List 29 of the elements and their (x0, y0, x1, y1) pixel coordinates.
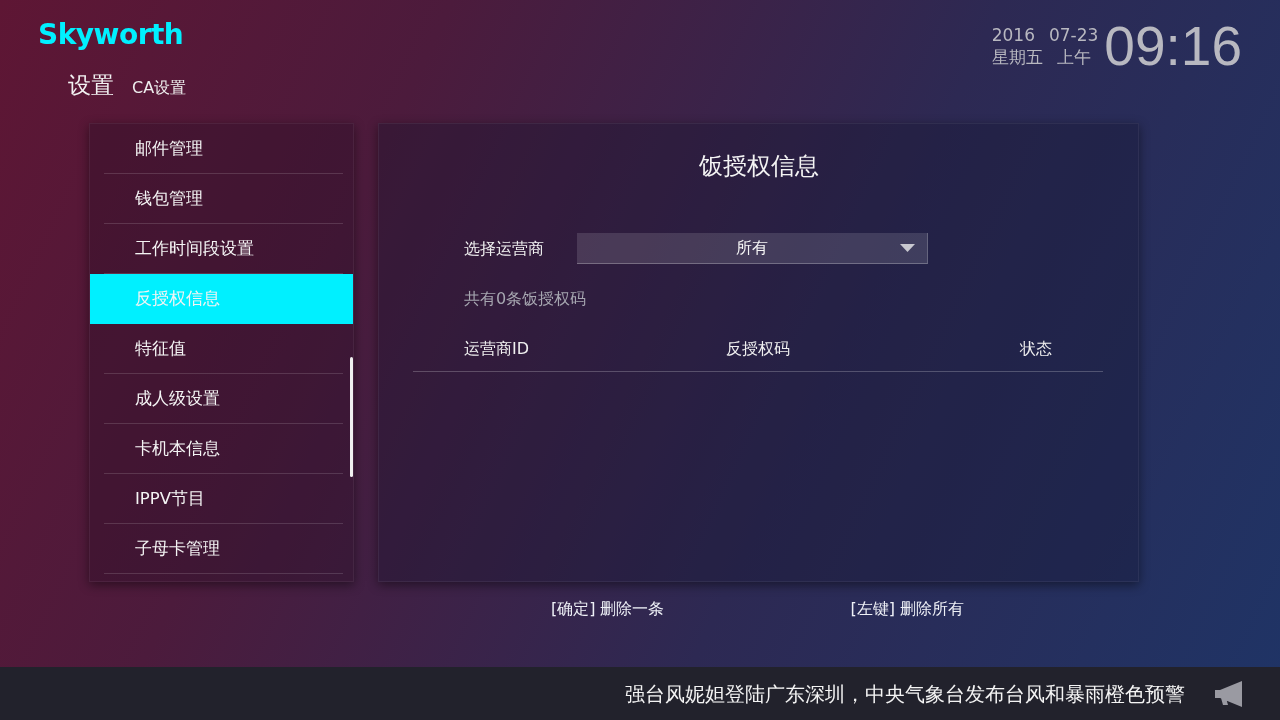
column-header: 状态 (1020, 339, 1052, 359)
menu-item[interactable]: IPPV节目 (90, 474, 353, 524)
clock-date: 07-23 (1048, 25, 1099, 45)
record-count: 共有0条饭授权码 (463, 289, 588, 309)
megaphone-icon[interactable] (1215, 680, 1244, 707)
caret-icon (900, 244, 915, 252)
panel-title: 饭授权信息 (698, 151, 819, 181)
news-ticker: 强台风妮妲登陆广东深圳，中央气象台发布台风和暴雨橙色预警 (625, 680, 1185, 707)
clock-year: 2016 (991, 25, 1035, 45)
key-hint: [确定] 删除一条 (550, 599, 665, 619)
page-title: 设置 (68, 71, 114, 99)
operator-dropdown[interactable]: 所有 (577, 233, 928, 264)
clock-time: 09:16 (1104, 20, 1242, 72)
clock-period: 上午 (1056, 47, 1091, 67)
menu-item[interactable]: 特征值 (90, 324, 353, 374)
menu-item[interactable]: 钱包管理 (90, 174, 353, 224)
key-hint: [左键] 删除所有 (850, 599, 965, 619)
menu-item[interactable]: 工作时间段设置 (90, 224, 353, 274)
column-header: 运营商ID (464, 339, 530, 359)
scrollbar-thumb[interactable] (350, 357, 353, 477)
clock-weekday: 星期五 (991, 47, 1043, 67)
menu-item[interactable]: 邮件管理 (90, 124, 353, 174)
menu-item[interactable]: 成人级设置 (90, 374, 353, 424)
page-subtitle: CA设置 (132, 78, 187, 98)
menu-item[interactable]: 子母卡管理 (90, 524, 353, 574)
operator-label: 选择运营商 (464, 238, 544, 259)
column-header: 反授权码 (726, 339, 790, 359)
menu-item[interactable]: 卡机本信息 (90, 424, 353, 474)
logo: Skyworth (38, 18, 184, 52)
